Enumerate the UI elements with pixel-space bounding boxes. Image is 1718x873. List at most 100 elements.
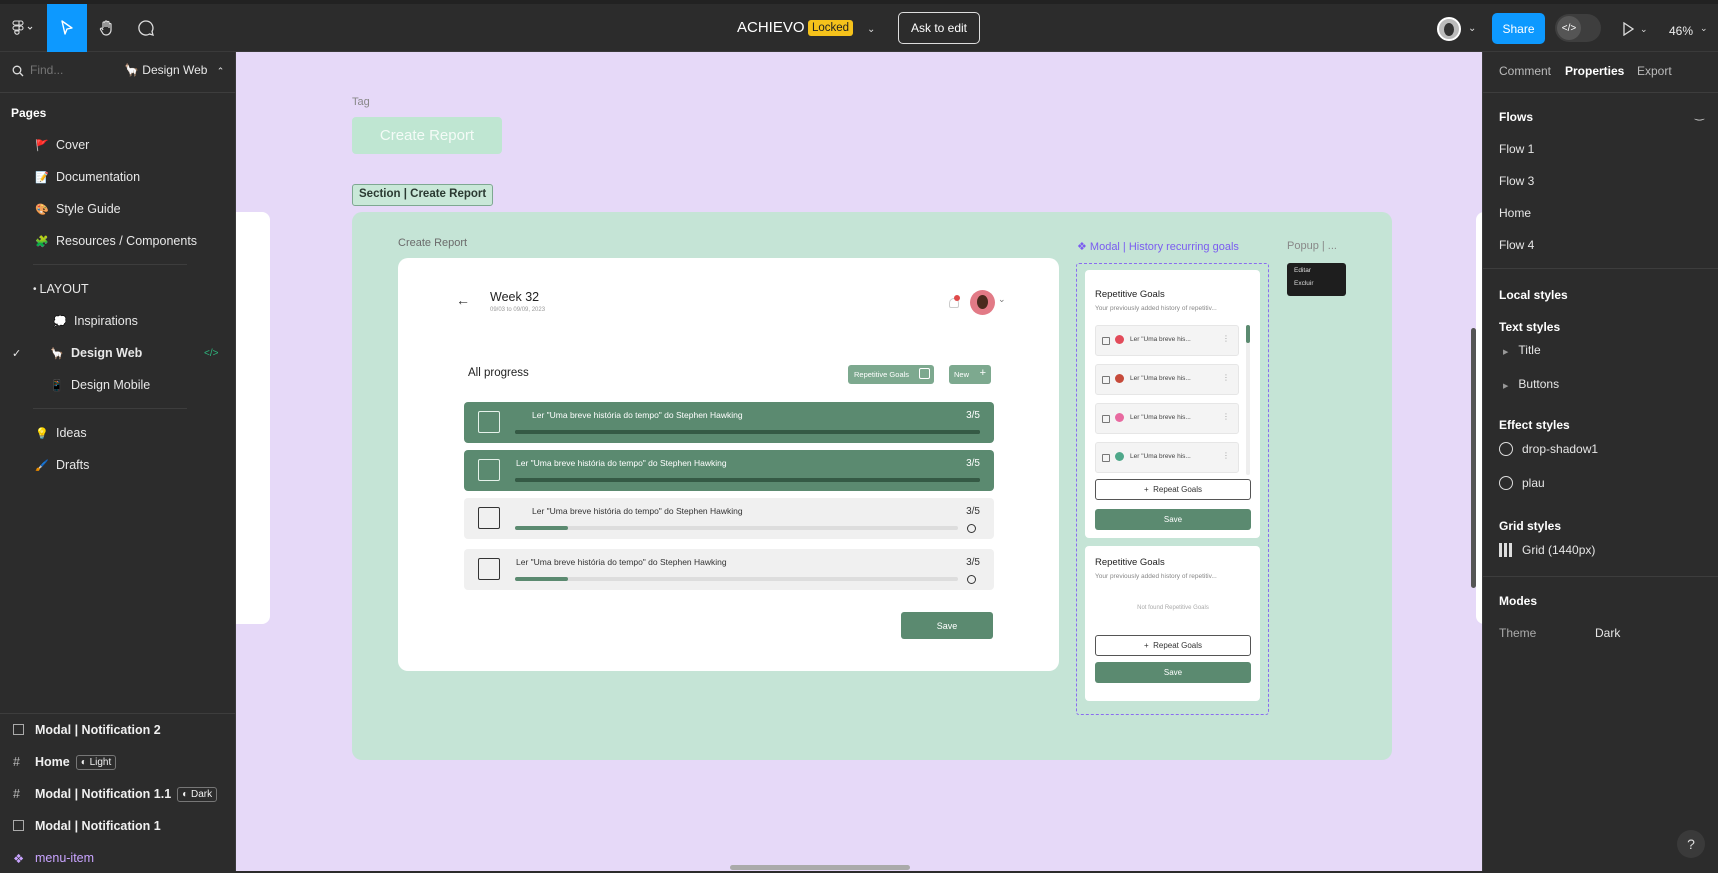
page-documentation[interactable]: 📝 Documentation xyxy=(0,162,236,192)
page-selector[interactable]: 🦙 Design Web ⌃ xyxy=(124,63,224,77)
user-avatar[interactable] xyxy=(1437,17,1461,41)
more-options-icon[interactable]: ⋮ xyxy=(1222,451,1230,460)
page-resources-components[interactable]: 🧩 Resources / Components xyxy=(0,226,236,256)
progress-row[interactable]: Ler "Uma breve história do tempo" do Ste… xyxy=(464,450,994,491)
modal-history-component[interactable]: Repetitive Goals Your previously added h… xyxy=(1076,263,1269,715)
modal-save-button[interactable]: Save xyxy=(1095,509,1251,530)
panel-scrollbar[interactable] xyxy=(1471,328,1476,588)
goal-item-text: Ler "Uma breve his... xyxy=(1130,414,1191,421)
page-selector-label: 🦙 Design Web xyxy=(124,63,208,77)
chevron-down-icon[interactable]: ⌄ xyxy=(867,24,875,35)
effect-style-label: drop-shadow1 xyxy=(1522,442,1599,456)
horizontal-scrollbar[interactable] xyxy=(730,865,910,870)
tab-comment[interactable]: Comment xyxy=(1499,64,1551,78)
flow-item[interactable]: Home xyxy=(1499,206,1531,220)
zoom-level[interactable]: 46% xyxy=(1669,24,1693,38)
progress-row[interactable]: Ler "Uma breve história do tempo" do Ste… xyxy=(464,402,994,443)
goal-text: Ler "Uma breve história do tempo" do Ste… xyxy=(532,410,743,420)
more-options-icon[interactable]: ⋮ xyxy=(1222,373,1230,382)
more-options-icon[interactable]: ⋮ xyxy=(1222,412,1230,421)
modal-scrollbar[interactable] xyxy=(1246,325,1250,475)
minus-circle-icon[interactable] xyxy=(967,524,976,533)
layer-frame[interactable]: # Home ◐ Light xyxy=(0,747,236,777)
page-cover[interactable]: 🚩 Cover xyxy=(0,130,236,160)
help-button[interactable]: ? xyxy=(1677,830,1705,858)
ask-to-edit-button[interactable]: Ask to edit xyxy=(898,12,980,44)
goal-list-item[interactable]: Ler "Uma breve his... ⋮ xyxy=(1095,325,1239,356)
flow-item[interactable]: Flow 1 xyxy=(1499,142,1534,156)
file-title[interactable]: ACHIEVO xyxy=(737,19,805,36)
minus-circle-icon[interactable] xyxy=(967,575,976,584)
repeat-goals-button[interactable]: + Repeat Goals xyxy=(1095,635,1251,656)
progress-row[interactable]: Ler "Uma breve história do tempo" do Ste… xyxy=(464,549,994,590)
new-button[interactable]: New + xyxy=(949,365,991,384)
layer-frame[interactable]: # Modal | Notification 1.1 ◐ Dark xyxy=(0,779,236,809)
goal-list-item[interactable]: Ler "Uma breve his... ⋮ xyxy=(1095,364,1239,395)
create-report-frame[interactable]: ← Week 32 09/03 to 09/09, 2023 ⌄ All pro… xyxy=(398,258,1059,671)
modal-repetitive-goals-empty[interactable]: Repetitive Goals Your previously added h… xyxy=(1085,546,1260,701)
progress-bar xyxy=(515,430,980,434)
page-layout[interactable]: • LAYOUT xyxy=(0,274,236,304)
progress-row[interactable]: Ler "Uma breve história do tempo" do Ste… xyxy=(464,498,994,539)
back-arrow-icon[interactable]: ← xyxy=(456,292,470,308)
hand-tool-button[interactable] xyxy=(94,8,120,48)
main-menu-button[interactable] xyxy=(6,6,40,50)
page-drafts[interactable]: 🖌️ Drafts xyxy=(0,450,236,480)
page-design-mobile[interactable]: 📱 Design Mobile xyxy=(0,370,236,400)
progress-fill xyxy=(515,577,569,581)
checkbox[interactable] xyxy=(1102,454,1110,462)
checkbox[interactable] xyxy=(1102,415,1110,423)
popup-menu[interactable]: Editar Excluir xyxy=(1287,263,1346,296)
empty-state: Not found Repetitive Goals xyxy=(1137,605,1209,611)
create-report-button-preview[interactable]: Create Report xyxy=(352,117,502,154)
dev-mode-toggle[interactable]: </> xyxy=(1555,14,1601,42)
checkbox[interactable] xyxy=(1102,337,1110,345)
repetitive-goals-button[interactable]: Repetitive Goals xyxy=(848,365,934,384)
goal-list-item[interactable]: Ler "Uma breve his... ⋮ xyxy=(1095,442,1239,473)
design-canvas[interactable]: Tag Create Report Section | Create Repor… xyxy=(236,52,1482,871)
text-style-buttons[interactable]: ▶ Buttons xyxy=(1503,377,1559,391)
effect-style-item[interactable]: plau xyxy=(1499,476,1545,490)
hide-flows-icon[interactable]: ‿ xyxy=(1695,108,1704,121)
section-create-report[interactable]: Create Report ← Week 32 09/03 to 09/09, … xyxy=(352,212,1392,760)
layer-frame[interactable]: Modal | Notification 1 xyxy=(0,811,236,841)
user-avatar-small[interactable] xyxy=(970,290,995,315)
flow-item[interactable]: Flow 4 xyxy=(1499,238,1534,252)
bell-icon[interactable] xyxy=(949,295,960,308)
theme-value[interactable]: Dark xyxy=(1595,626,1620,640)
effect-style-item[interactable]: drop-shadow1 xyxy=(1499,442,1598,456)
progress-fill xyxy=(515,478,980,482)
section-label[interactable]: Section | Create Report xyxy=(352,184,494,206)
text-style-title[interactable]: ▶ Title xyxy=(1503,343,1541,357)
chevron-down-icon[interactable]: ⌄ xyxy=(998,294,1006,305)
repeat-goals-button[interactable]: + Repeat Goals xyxy=(1095,479,1251,500)
page-ideas[interactable]: 💡 Ideas xyxy=(0,418,236,448)
goal-count: 3/5 xyxy=(966,557,980,568)
checkbox[interactable] xyxy=(1102,376,1110,384)
save-button[interactable]: Save xyxy=(901,612,993,639)
avatar-chevron-icon[interactable]: ⌄ xyxy=(1468,23,1476,34)
modal-save-button[interactable]: Save xyxy=(1095,662,1251,683)
flow-item[interactable]: Flow 3 xyxy=(1499,174,1534,188)
page-inspirations[interactable]: 💭 Inspirations xyxy=(0,306,236,336)
goal-list-item[interactable]: Ler "Uma breve his... ⋮ xyxy=(1095,403,1239,434)
layer-component[interactable]: ❖ menu-item xyxy=(0,843,236,873)
more-options-icon[interactable]: ⋮ xyxy=(1222,334,1230,343)
popup-item-delete[interactable]: Excluir xyxy=(1294,280,1339,287)
page-design-web[interactable]: ✓ 🦙 Design Web </> xyxy=(0,338,236,368)
zoom-chevron-icon[interactable]: ⌄ xyxy=(1700,23,1708,34)
comment-tool-button[interactable] xyxy=(133,8,159,48)
mode-tag: ◐ Light xyxy=(75,754,117,770)
move-tool-button[interactable] xyxy=(47,4,87,52)
popup-item-edit[interactable]: Editar xyxy=(1294,267,1339,280)
modal-repetitive-goals[interactable]: Repetitive Goals Your previously added h… xyxy=(1085,270,1260,538)
page-style-guide[interactable]: 🎨 Style Guide xyxy=(0,194,236,224)
tab-export[interactable]: Export xyxy=(1637,64,1672,78)
layer-frame[interactable]: Modal | Notification 2 xyxy=(0,715,236,745)
grid-style-item[interactable]: Grid (1440px) xyxy=(1499,543,1595,557)
tab-properties[interactable]: Properties xyxy=(1565,64,1624,78)
share-button[interactable]: Share xyxy=(1492,13,1545,44)
present-button[interactable]: ⌄ xyxy=(1622,19,1656,39)
search-input[interactable] xyxy=(30,60,115,80)
bookmark-icon xyxy=(478,558,500,580)
